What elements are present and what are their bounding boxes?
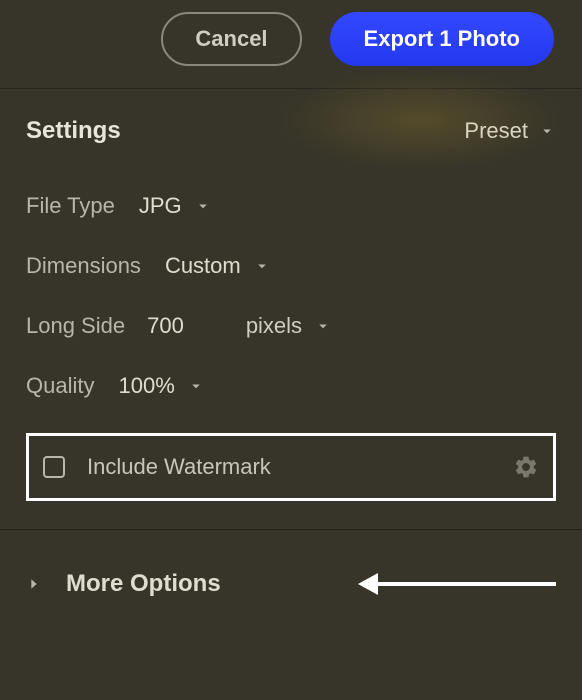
- cancel-button[interactable]: Cancel: [161, 12, 301, 66]
- chevron-right-icon: [26, 574, 42, 594]
- quality-label: Quality: [26, 373, 94, 399]
- quality-row: Quality 100%: [26, 373, 556, 399]
- arrow-left-annotation: [376, 582, 556, 586]
- long-side-units-dropdown[interactable]: pixels: [246, 313, 332, 339]
- file-type-dropdown[interactable]: JPG: [139, 193, 212, 219]
- action-buttons: Cancel Export 1 Photo: [0, 0, 582, 88]
- watermark-label: Include Watermark: [87, 454, 271, 480]
- quality-dropdown[interactable]: 100%: [118, 373, 204, 399]
- more-options-toggle[interactable]: More Options: [26, 570, 221, 598]
- dimensions-value: Custom: [165, 253, 241, 279]
- dimensions-row: Dimensions Custom: [26, 253, 556, 279]
- file-type-row: File Type JPG: [26, 193, 556, 219]
- chevron-down-icon: [187, 377, 205, 395]
- long-side-label: Long Side: [26, 313, 125, 339]
- dimensions-label: Dimensions: [26, 253, 141, 279]
- dimensions-dropdown[interactable]: Custom: [165, 253, 271, 279]
- long-side-units: pixels: [246, 313, 302, 339]
- chevron-down-icon: [314, 317, 332, 335]
- export-button[interactable]: Export 1 Photo: [330, 12, 554, 66]
- long-side-row: Long Side 700 pixels: [26, 313, 556, 339]
- chevron-down-icon: [194, 197, 212, 215]
- chevron-down-icon: [538, 122, 556, 140]
- long-side-input[interactable]: 700: [147, 313, 184, 339]
- quality-value: 100%: [118, 373, 174, 399]
- gear-icon[interactable]: [513, 454, 539, 480]
- preset-dropdown[interactable]: Preset: [464, 118, 556, 144]
- more-options-label: More Options: [66, 570, 221, 598]
- settings-panel: Settings Preset File Type JPG Dimensions…: [0, 89, 582, 529]
- watermark-highlight-box: Include Watermark: [26, 433, 556, 501]
- chevron-down-icon: [253, 257, 271, 275]
- file-type-value: JPG: [139, 193, 182, 219]
- settings-title: Settings: [26, 117, 121, 145]
- file-type-label: File Type: [26, 193, 115, 219]
- watermark-checkbox[interactable]: [43, 456, 65, 478]
- more-options-section: More Options: [0, 530, 582, 618]
- preset-label: Preset: [464, 118, 528, 144]
